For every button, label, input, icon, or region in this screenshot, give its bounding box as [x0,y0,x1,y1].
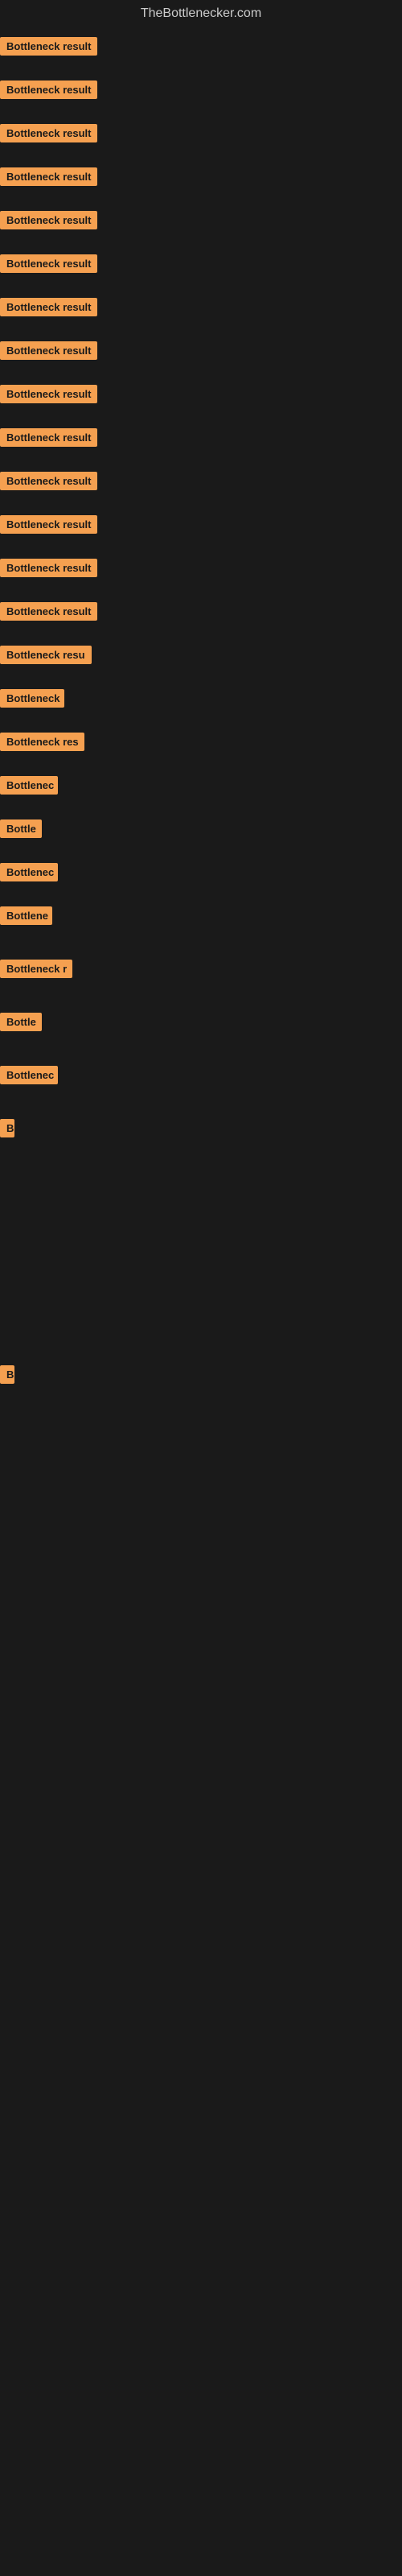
list-item: B [0,1113,402,1141]
bottleneck-badge[interactable]: Bottleneck result [0,602,97,621]
list-item: Bottleneck result [0,204,402,233]
bottleneck-badge[interactable]: B [0,1119,14,1137]
list-item: Bottleneck result [0,161,402,190]
list-item: Bottleneck result [0,465,402,494]
bottleneck-badge[interactable]: Bottlenec [0,863,58,881]
list-item: Bottleneck result [0,596,402,625]
list-item: Bottleneck result [0,31,402,60]
list-item: Bottleneck result [0,74,402,103]
bottleneck-badge[interactable]: Bottleneck result [0,341,97,360]
bottleneck-badge[interactable]: Bottleneck result [0,385,97,403]
list-item [0,1629,402,1645]
list-item [0,1565,402,1581]
bottleneck-badge[interactable]: Bottleneck result [0,211,97,229]
bottleneck-badge[interactable]: Bottleneck result [0,298,97,316]
bottleneck-badge[interactable]: Bottleneck r [0,960,72,978]
list-item: Bottle [0,1006,402,1035]
bottleneck-badge[interactable]: Bottleneck result [0,428,97,447]
site-title: TheBottlenecker.com [0,0,402,31]
list-item: Bottlenec [0,1059,402,1088]
bottleneck-badge[interactable]: Bottleneck result [0,254,97,273]
list-item: Bottleneck result [0,118,402,147]
bottleneck-badge[interactable]: Bottleneck resu [0,646,92,664]
list-item [0,1436,402,1452]
list-item: Bottleneck result [0,509,402,538]
list-item [0,1166,402,1182]
bottleneck-badge[interactable]: Bottle [0,819,42,838]
list-item: Bottleneck r [0,953,402,982]
bottleneck-badge[interactable]: Bottleneck result [0,37,97,56]
list-item: Bottleneck result [0,378,402,407]
bottleneck-badge[interactable]: Bottleneck result [0,167,97,186]
list-item: Bottlene [0,900,402,929]
list-item [0,1294,402,1311]
bottleneck-badge[interactable]: Bottlene [0,906,52,925]
bottleneck-badge[interactable]: Bottleneck result [0,515,97,534]
list-item [0,1230,402,1246]
list-item: Bottleneck result [0,552,402,581]
list-item: Bottlenec [0,770,402,799]
bottleneck-badge[interactable]: Bottleneck result [0,559,97,577]
list-item: Bottleneck result [0,248,402,277]
bottleneck-badge[interactable]: Bottleneck res [0,733,84,751]
list-item: Bottleneck result [0,335,402,364]
list-item [0,1501,402,1517]
bottleneck-badge[interactable]: Bottleneck result [0,80,97,99]
bottleneck-badge[interactable]: Bottleneck result [0,472,97,490]
list-item: Bottleneck [0,683,402,712]
list-item: Bottleneck resu [0,639,402,668]
list-item: B [0,1359,402,1388]
list-item: Bottleneck result [0,291,402,320]
bottleneck-badge[interactable]: Bottlenec [0,1066,58,1084]
list-item: Bottleneck result [0,422,402,451]
list-item: Bottlenec [0,857,402,886]
bottleneck-badge[interactable]: Bottle [0,1013,42,1031]
list-item: Bottleneck res [0,726,402,755]
bottleneck-badge[interactable]: Bottleneck [0,689,64,708]
bottleneck-badge[interactable]: B [0,1365,14,1384]
bottleneck-badge[interactable]: Bottlenec [0,776,58,795]
list-item: Bottle [0,813,402,842]
bottleneck-badge[interactable]: Bottleneck result [0,124,97,142]
